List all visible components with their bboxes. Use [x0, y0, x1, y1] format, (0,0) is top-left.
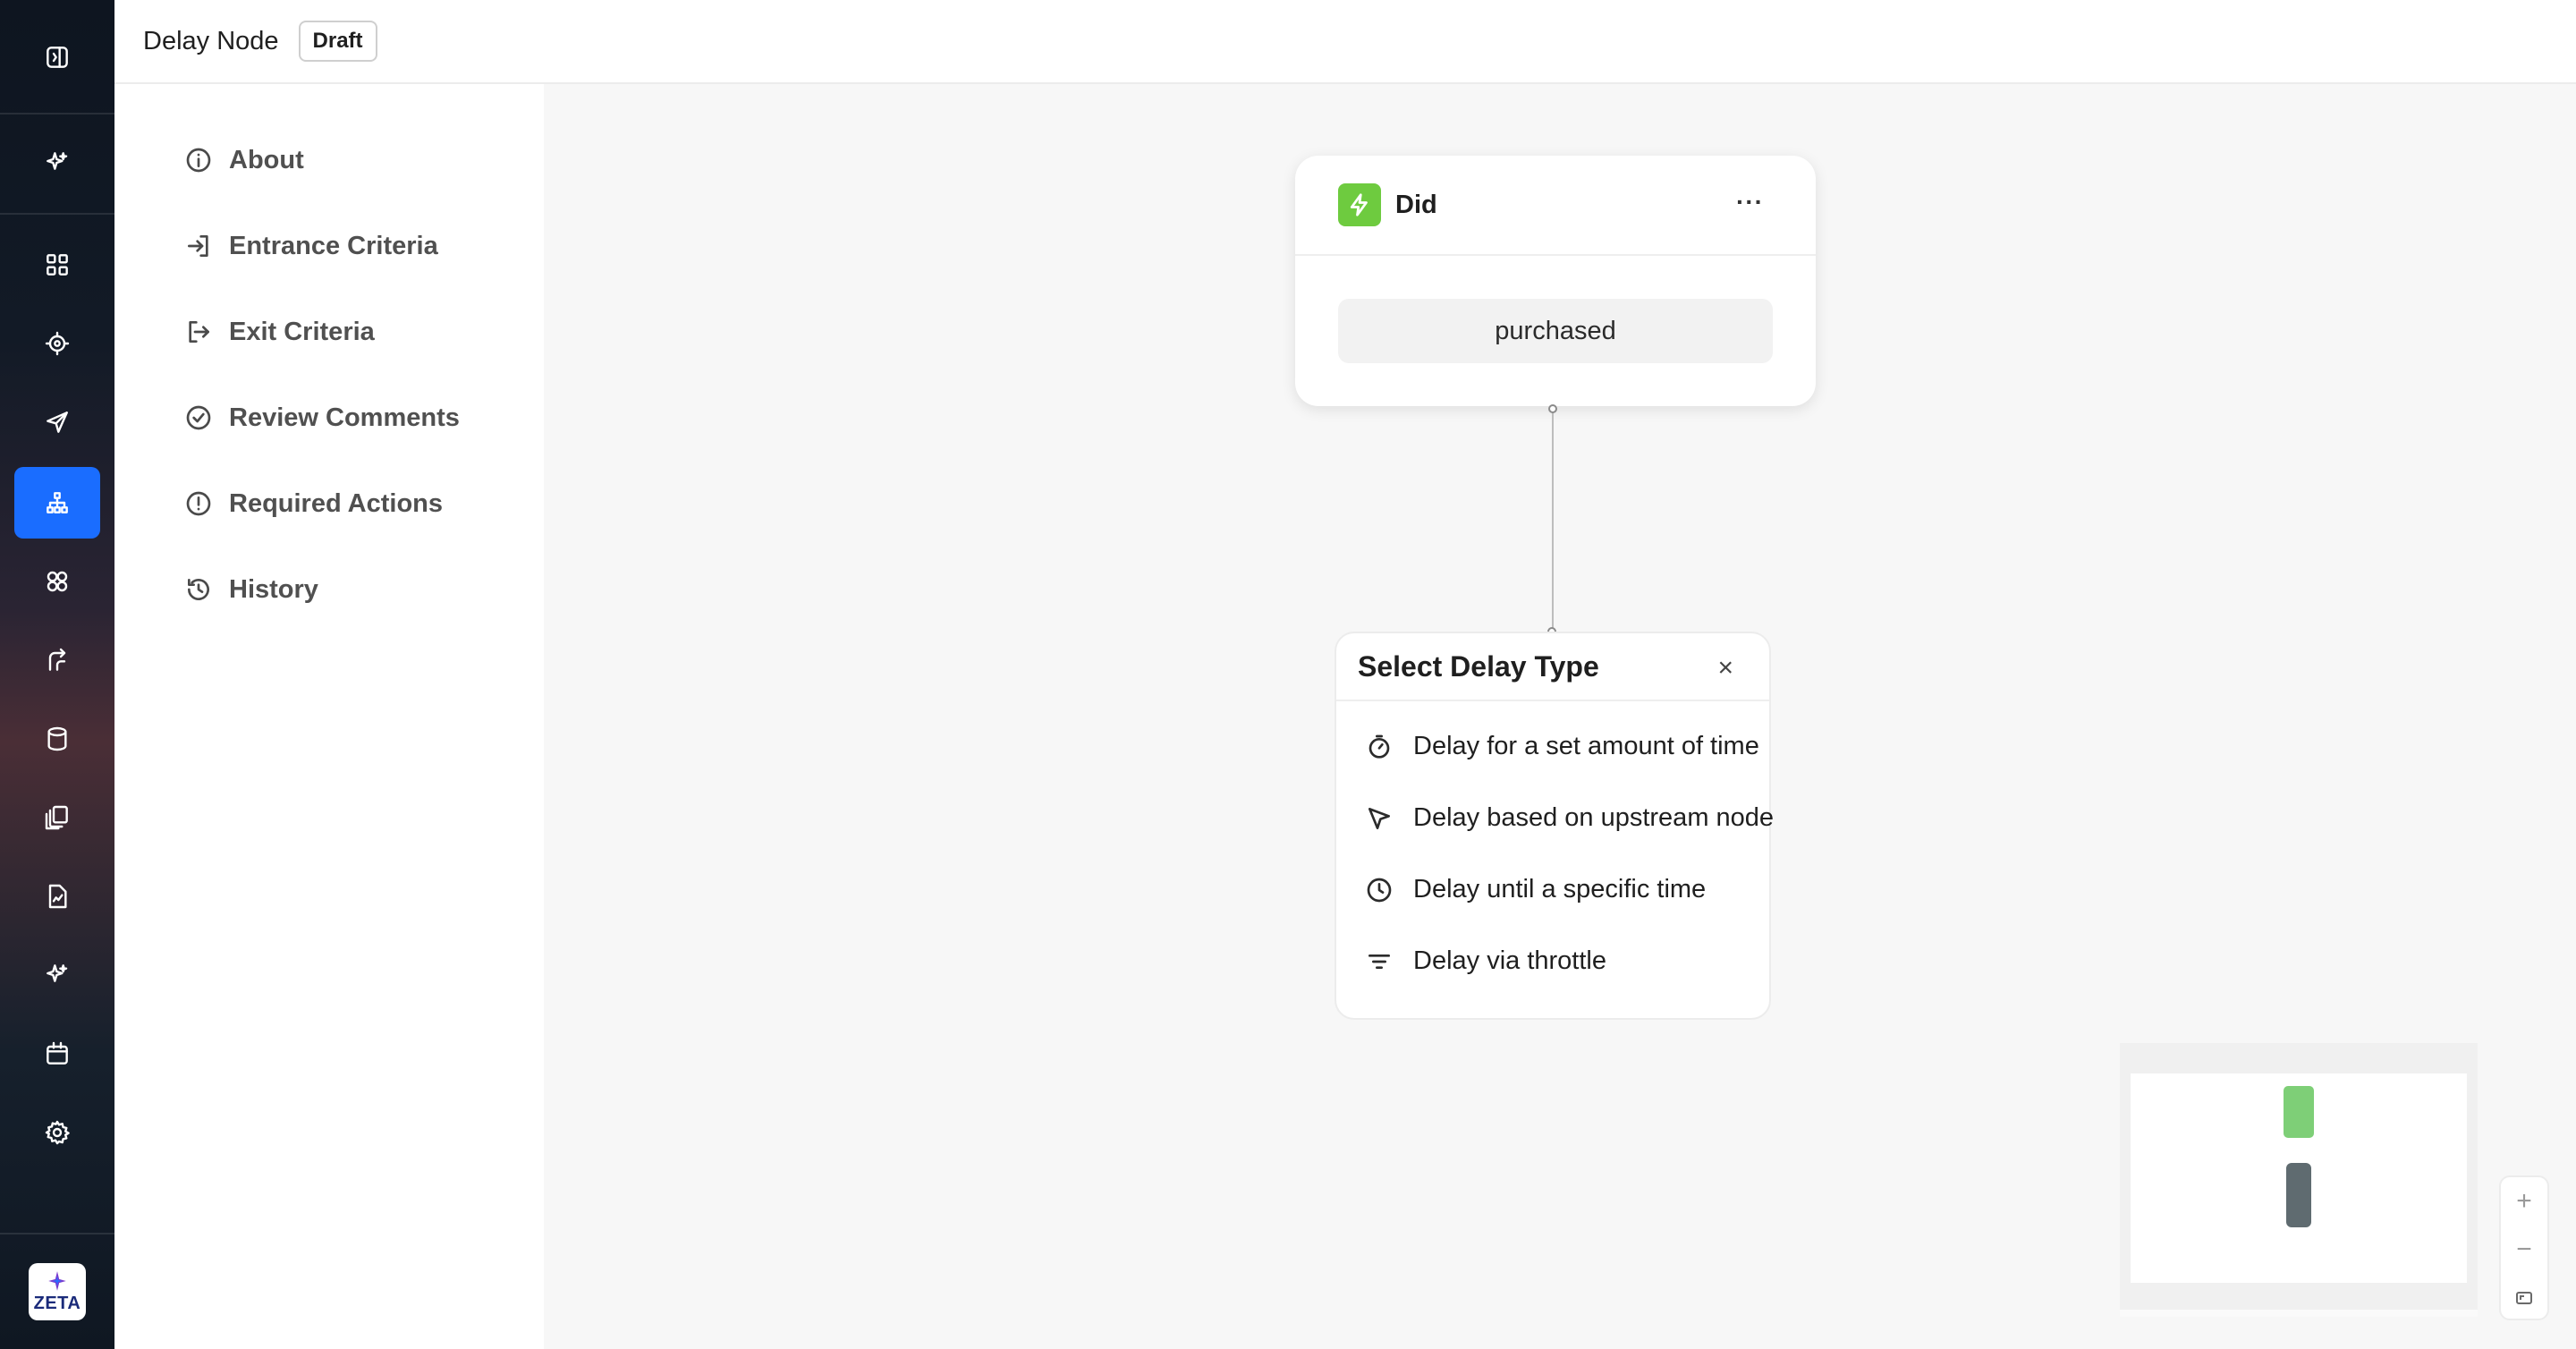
menu-item-required-actions[interactable]: Required Actions [184, 481, 443, 526]
dashboard-grid-icon[interactable] [14, 229, 100, 301]
delay-option-specific-time[interactable]: Delay until a specific time [1365, 875, 1706, 904]
node-side-menu: About Entrance Criteria Exit Criteria Re… [114, 84, 544, 1349]
delay-option-label: Delay for a set amount of time [1413, 732, 1759, 760]
close-button[interactable]: × [1717, 653, 1733, 683]
delay-option-set-time[interactable]: Delay for a set amount of time [1365, 732, 1759, 761]
trigger-node-title: Did [1395, 190, 1437, 219]
delay-option-upstream-node[interactable]: Delay based on upstream node [1365, 803, 1774, 833]
trigger-node-header: Did ··· [1295, 156, 1816, 256]
menu-item-review-comments[interactable]: Review Comments [184, 395, 460, 440]
menu-item-label: History [229, 574, 318, 604]
minimap-trigger-node [2284, 1086, 2314, 1138]
menu-item-history[interactable]: History [184, 567, 318, 612]
menu-item-exit-criteria[interactable]: Exit Criteria [184, 310, 375, 354]
history-icon [188, 579, 209, 600]
cursor-arrow-icon [1368, 807, 1390, 829]
calendar-icon[interactable] [14, 1018, 100, 1090]
info-icon [186, 148, 211, 173]
menu-item-label: Entrance Criteria [229, 231, 438, 260]
more-options-button[interactable]: ··· [1736, 188, 1764, 216]
journey-icon[interactable] [14, 624, 100, 696]
content-library-icon[interactable] [14, 782, 100, 853]
rail-divider [0, 213, 114, 215]
ai-sparkle-icon[interactable] [14, 939, 100, 1011]
sparkle-icon[interactable] [14, 127, 100, 199]
delay-type-picker: Select Delay Type × Delay for a set amou… [1335, 632, 1774, 1020]
zoom-controls: + − [2499, 1175, 2549, 1320]
lightning-bolt-icon [1338, 183, 1381, 226]
database-icon[interactable] [14, 703, 100, 775]
menu-item-label: Review Comments [229, 403, 460, 432]
menu-item-label: About [229, 145, 304, 174]
clock-icon [1367, 878, 1392, 902]
delay-option-label: Delay based on upstream node [1413, 803, 1775, 832]
fit-view-icon [2516, 1292, 2532, 1304]
menu-item-entrance-criteria[interactable]: Entrance Criteria [184, 224, 438, 268]
zeta-logo-mark-icon [48, 1270, 66, 1291]
status-badge: Draft [298, 21, 377, 62]
send-icon[interactable] [14, 386, 100, 458]
zoom-in-button[interactable]: + [2501, 1177, 2547, 1226]
menu-item-label: Required Actions [229, 488, 444, 518]
timer-icon [1368, 734, 1390, 759]
fit-view-button[interactable] [2501, 1274, 2547, 1322]
delay-picker-title: Select Delay Type [1358, 649, 1599, 683]
settings-gear-icon[interactable] [14, 1097, 100, 1168]
minimap-delay-node [2286, 1163, 2311, 1227]
menu-item-label: Exit Criteria [229, 317, 375, 346]
menu-item-about[interactable]: About [184, 138, 304, 182]
hierarchy-icon[interactable] [14, 467, 100, 539]
delay-option-label: Delay until a specific time [1413, 875, 1707, 904]
logo-text: ZETA [33, 1293, 81, 1313]
event-chip[interactable]: purchased [1338, 299, 1773, 363]
trigger-node-card[interactable]: Did ··· purchased [1295, 156, 1816, 406]
zoom-out-button[interactable]: − [2501, 1226, 2547, 1274]
collapse-panel-icon[interactable] [14, 21, 100, 93]
page-header: Delay Node Draft [114, 0, 2576, 84]
delay-option-throttle[interactable]: Delay via throttle [1365, 946, 1606, 976]
check-circle-icon [186, 405, 211, 430]
page-title: Delay Node [143, 26, 279, 55]
source-handle[interactable] [1548, 404, 1557, 413]
node-connector-line [1552, 408, 1554, 632]
delay-option-label: Delay via throttle [1413, 946, 1606, 975]
enter-icon [188, 235, 208, 257]
rail-divider [0, 113, 114, 115]
exit-icon [189, 321, 209, 343]
left-nav-rail: ZETA [0, 0, 114, 1349]
rail-divider [0, 1233, 114, 1234]
zeta-logo[interactable]: ZETA [29, 1263, 86, 1320]
reports-icon[interactable] [14, 861, 100, 932]
delay-picker-header: Select Delay Type × [1336, 633, 1769, 701]
target-icon[interactable] [14, 308, 100, 379]
segments-icon[interactable] [14, 546, 100, 617]
filter-lines-icon [1368, 954, 1390, 969]
alert-circle-icon [186, 491, 211, 516]
